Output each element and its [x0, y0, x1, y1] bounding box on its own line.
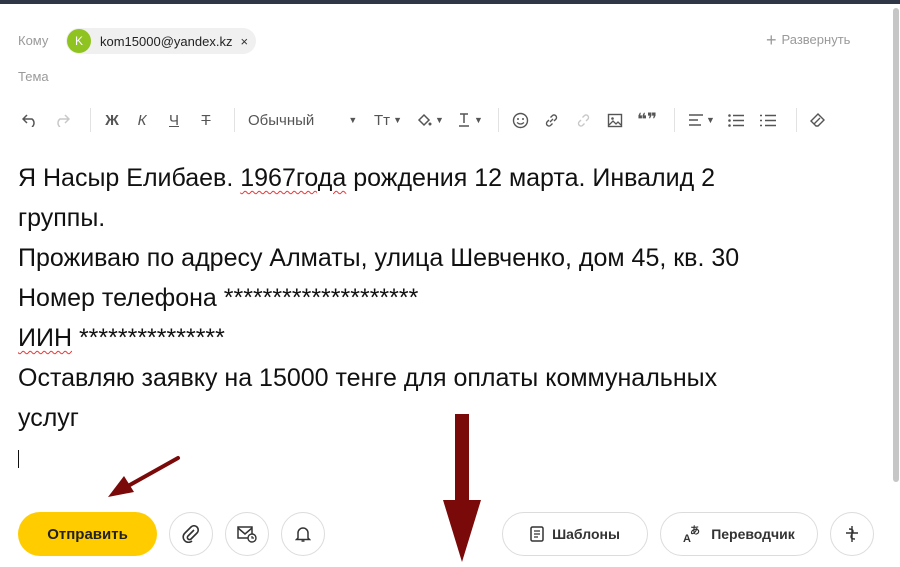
expand-button[interactable]: + Развернуть — [766, 29, 851, 50]
subject-label[interactable]: Тема — [18, 69, 49, 84]
envelope-clock-icon — [237, 526, 257, 543]
undo-icon[interactable] — [18, 108, 42, 132]
paperclip-icon — [182, 525, 200, 543]
redo-icon[interactable] — [50, 108, 74, 132]
misspelled-word[interactable]: 1967года — [240, 164, 346, 192]
chevron-down-icon: ▼ — [474, 115, 483, 125]
translator-label: Переводчик — [711, 526, 795, 542]
svg-text:あ: あ — [690, 525, 700, 537]
expand-label: Развернуть — [781, 32, 851, 47]
italic-button[interactable]: К — [130, 108, 154, 132]
templates-label: Шаблоны — [552, 526, 620, 542]
recipient-chip[interactable]: K kom15000@yandex.kz × — [66, 28, 257, 54]
reminder-button[interactable] — [281, 512, 325, 556]
message-text: услуг — [18, 404, 79, 432]
image-icon[interactable] — [603, 108, 627, 132]
chevron-down-icon: ▼ — [435, 115, 444, 125]
message-text: Оставляю заявку на 15000 тенге для оплат… — [18, 364, 718, 392]
document-icon — [530, 526, 544, 542]
toolbar-divider — [498, 108, 499, 132]
align-left-icon — [689, 114, 704, 126]
message-text: Проживаю по адресу Алматы, улица Шевченк… — [18, 244, 740, 272]
paragraph-style-select[interactable]: Обычный ▼ — [248, 108, 366, 132]
clear-format-icon[interactable] — [806, 108, 830, 132]
message-body[interactable]: Я Насыр Елибаев. 1967года рождения 12 ма… — [18, 158, 838, 438]
attach-button[interactable] — [169, 512, 213, 556]
message-text: Я Насыр Елибаев. — [18, 164, 241, 192]
unlink-icon[interactable] — [571, 108, 595, 132]
font-size-label: Тт — [374, 111, 391, 129]
bell-icon — [295, 527, 311, 542]
text-color-icon — [459, 113, 470, 127]
message-text: *************** — [72, 324, 225, 352]
toolbar-divider — [90, 108, 91, 132]
more-options-button[interactable] — [830, 512, 874, 556]
misspelled-word[interactable]: ИИН — [18, 324, 72, 352]
numbered-list-icon[interactable] — [756, 108, 780, 132]
bullet-list-icon[interactable] — [724, 108, 748, 132]
emoji-icon[interactable] — [508, 108, 532, 132]
message-line: Номер телефона ******************** — [18, 278, 838, 318]
quote-icon[interactable]: ❝❞ — [633, 108, 661, 132]
message-line: Оставляю заявку на 15000 тенге для оплат… — [18, 358, 838, 398]
align-button[interactable]: ▼ — [686, 108, 718, 132]
message-text: Номер телефона ******************** — [18, 284, 419, 312]
message-text: рождения 12 марта. Инвалид 2 — [346, 164, 716, 192]
translate-icon: Aあ — [683, 525, 700, 543]
font-size-button[interactable]: Тт ▼ — [370, 108, 406, 132]
top-bar — [0, 0, 900, 4]
send-button[interactable]: Отправить — [18, 512, 157, 556]
chevron-down-icon: ▼ — [348, 115, 358, 125]
signature-icon — [846, 526, 858, 542]
message-line: Я Насыр Елибаев. 1967года рождения 12 ма… — [18, 158, 838, 198]
strikethrough-button[interactable]: Т — [194, 108, 218, 132]
translator-button[interactable]: Aあ Переводчик — [660, 512, 818, 556]
chevron-down-icon: ▼ — [706, 115, 715, 125]
down-arrow-head — [443, 500, 481, 562]
to-label: Кому — [18, 33, 49, 48]
formatting-toolbar: Ж К Ч Т Обычный ▼ Тт ▼ ▼ ▼ ❝❞ ▼ — [18, 108, 848, 132]
recipient-avatar: K — [67, 29, 91, 53]
paragraph-style-value: Обычный — [248, 111, 315, 129]
toolbar-divider — [796, 108, 797, 132]
chevron-down-icon: ▼ — [393, 115, 402, 125]
templates-button[interactable]: Шаблоны — [502, 512, 648, 556]
bold-button[interactable]: Ж — [100, 108, 124, 132]
link-icon[interactable] — [539, 108, 563, 132]
message-line: ИИН *************** — [18, 318, 838, 358]
paint-bucket-icon — [417, 113, 432, 127]
recipient-address: kom15000@yandex.kz — [100, 33, 233, 49]
message-text: группы. — [18, 204, 106, 232]
underline-button[interactable]: Ч — [162, 108, 186, 132]
text-color-button[interactable]: ▼ — [452, 108, 488, 132]
fill-color-button[interactable]: ▼ — [412, 108, 448, 132]
message-line: услуг — [18, 398, 838, 438]
toolbar-divider — [234, 108, 235, 132]
text-cursor — [18, 450, 19, 468]
remove-recipient-icon[interactable]: × — [240, 34, 248, 49]
message-line: группы. — [18, 198, 838, 238]
scheduled-send-button[interactable] — [225, 512, 269, 556]
plus-icon: + — [766, 29, 777, 50]
scrollbar[interactable] — [893, 8, 899, 482]
toolbar-divider — [674, 108, 675, 132]
message-line: Проживаю по адресу Алматы, улица Шевченк… — [18, 238, 838, 278]
